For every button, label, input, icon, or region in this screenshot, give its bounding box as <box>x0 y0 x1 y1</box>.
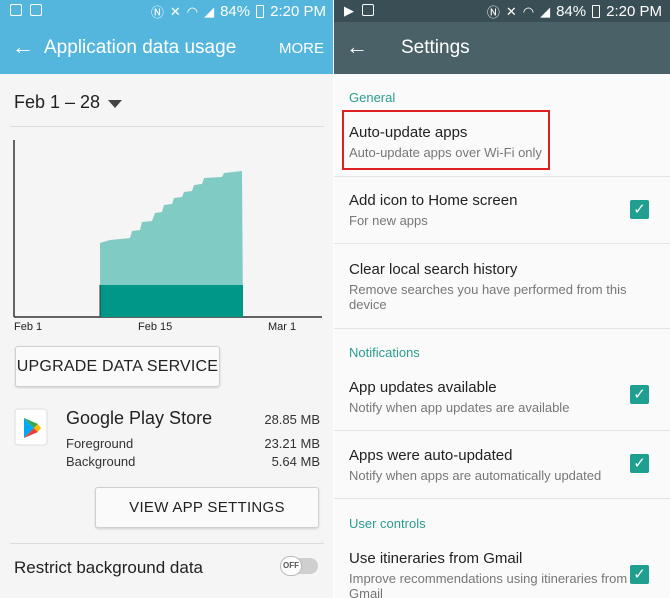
setting-subtitle: For new apps <box>349 213 428 228</box>
chart-tick-label: Feb 1 <box>14 321 43 333</box>
view-app-settings-button[interactable]: VIEW APP SETTINGS <box>95 487 319 528</box>
divider <box>334 328 670 329</box>
setting-subtitle: Improve recommendations using itinerarie… <box>349 571 628 598</box>
back-arrow-icon[interactable]: ← <box>346 34 368 60</box>
battery-percent: 84% <box>220 3 251 20</box>
app-updates-checkbox[interactable]: ✓ <box>630 385 649 404</box>
toggle-state-label: OFF <box>280 556 302 576</box>
background-value: 5.64 MB <box>271 454 320 469</box>
data-usage-chart <box>13 140 322 318</box>
divider <box>10 543 324 544</box>
battery-percent: 84% <box>556 3 587 20</box>
image-notification-icon <box>362 4 374 16</box>
highlight-box <box>342 110 550 170</box>
chart-tick-label: Mar 1 <box>268 321 297 333</box>
divider <box>10 126 324 127</box>
signal-icon: ◢ <box>204 3 215 19</box>
wifi-icon: ◠ <box>522 3 535 19</box>
back-arrow-icon[interactable]: ← <box>12 34 34 60</box>
image-notification-icon <box>30 4 42 16</box>
battery-icon <box>592 5 601 18</box>
foreground-value: 23.21 MB <box>264 436 320 451</box>
setting-title: Apps were auto-updated <box>349 447 513 464</box>
foreground-label: Foreground <box>66 436 134 451</box>
upgrade-data-service-button[interactable]: UPGRADE DATA SERVICE <box>15 346 220 387</box>
section-header-general: General <box>349 90 396 105</box>
clock: 2:20 PM <box>606 3 662 20</box>
nfc-icon: Ⓝ <box>150 5 164 20</box>
status-bar: ▶ Ⓝ ✕ ◠ ◢ 84% 2:20 PM <box>334 0 670 22</box>
setting-subtitle: Notify when app updates are available <box>349 400 570 415</box>
page-title: Settings <box>401 37 470 58</box>
date-range-selector[interactable]: Feb 1 – 28 <box>14 92 123 113</box>
google-play-icon <box>14 408 48 446</box>
page-title: Application data usage <box>44 37 237 58</box>
more-button[interactable]: MORE <box>279 40 324 57</box>
mute-icon: ✕ <box>169 3 181 19</box>
mute-icon: ✕ <box>505 3 517 19</box>
app-bar: ← Settings <box>334 22 670 74</box>
app-bar: ← Application data usage MORE <box>0 22 334 74</box>
setting-title: Add icon to Home screen <box>349 192 518 209</box>
restrict-background-label: Restrict background data <box>14 558 203 577</box>
date-range-label: Feb 1 – 28 <box>14 92 101 112</box>
background-label: Background <box>66 454 136 469</box>
section-header-user-controls: User controls <box>349 516 426 531</box>
add-icon-checkbox[interactable]: ✓ <box>630 200 649 219</box>
data-usage-screen: Ⓝ ✕ ◠ ◢ 84% 2:20 PM ← Application data u… <box>0 0 334 598</box>
divider <box>334 498 670 499</box>
section-header-notifications: Notifications <box>349 345 420 360</box>
divider <box>334 176 670 177</box>
wifi-icon: ◠ <box>186 3 199 19</box>
play-store-notification-icon: ▶ <box>344 3 354 18</box>
foreground-usage-area <box>100 285 243 317</box>
dropdown-arrow-icon <box>108 99 123 108</box>
divider <box>334 430 670 431</box>
battery-icon <box>256 5 265 18</box>
setting-subtitle: Notify when apps are automatically updat… <box>349 468 602 483</box>
settings-screen: ▶ Ⓝ ✕ ◠ ◢ 84% 2:20 PM ← Settings General… <box>334 0 670 598</box>
setting-subtitle: Remove searches you have performed from … <box>349 282 627 312</box>
clock: 2:20 PM <box>270 3 326 20</box>
setting-title: Clear local search history <box>349 261 518 278</box>
chart-tick-label: Feb 15 <box>138 321 173 333</box>
nfc-icon: Ⓝ <box>486 5 500 20</box>
notification-icon <box>10 4 22 16</box>
setting-title: Use itineraries from Gmail <box>349 550 523 567</box>
app-total-usage: 28.85 MB <box>264 412 320 427</box>
setting-title: App updates available <box>349 379 497 396</box>
restrict-background-toggle[interactable]: OFF <box>280 556 318 576</box>
app-name: Google Play Store <box>66 408 213 428</box>
itineraries-checkbox[interactable]: ✓ <box>630 565 649 584</box>
divider <box>334 243 670 244</box>
status-bar: Ⓝ ✕ ◠ ◢ 84% 2:20 PM <box>0 0 334 22</box>
signal-icon: ◢ <box>540 3 551 19</box>
auto-updated-checkbox[interactable]: ✓ <box>630 454 649 473</box>
